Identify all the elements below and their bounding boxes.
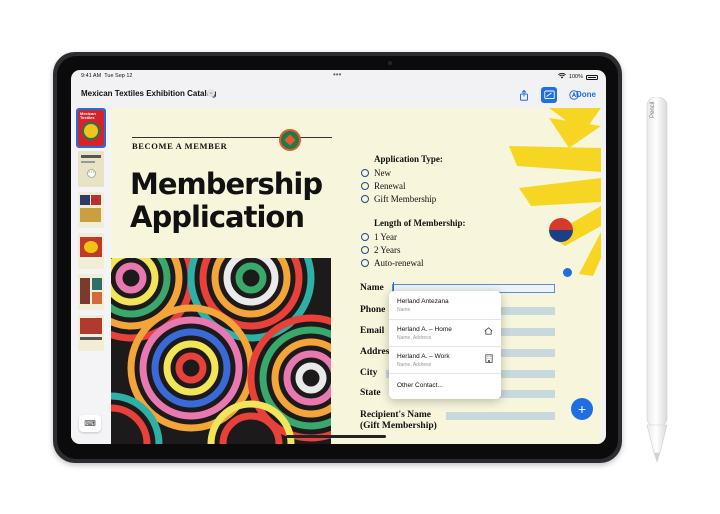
thumbnail-sidebar: Mexican Textiles ⋯ ⌨ <box>71 108 111 444</box>
apple-pencil <box>646 97 668 463</box>
share-button[interactable] <box>516 87 532 103</box>
email-field[interactable] <box>501 328 555 336</box>
suggestion-item[interactable]: Herland Antezana Name <box>389 291 501 319</box>
radio-circle[interactable] <box>361 195 369 203</box>
title-line-2: Application <box>130 200 305 234</box>
plus-icon: + <box>577 401 587 417</box>
page-thumbnail-2[interactable]: ⋯ <box>78 151 104 187</box>
more-icon: ⋯ <box>87 169 96 178</box>
state-label: State <box>360 388 381 398</box>
textile-artwork <box>111 258 331 444</box>
radio-circle[interactable] <box>361 169 369 177</box>
document-page: BECOME A MEMBER Membership Application A… <box>111 108 601 444</box>
red-blue-emblem <box>549 218 573 242</box>
pencil-label: Pencil <box>650 101 656 118</box>
done-button[interactable]: Done <box>576 90 596 99</box>
application-type-title: Application Type: <box>374 154 443 164</box>
length-title: Length of Membership: <box>374 218 466 228</box>
markup-icon <box>543 90 555 100</box>
page-thumbnail-4[interactable] <box>78 233 104 269</box>
recipient-field[interactable] <box>446 412 555 420</box>
sunburst-decoration <box>509 108 601 276</box>
radio-gift-membership[interactable]: Gift Membership <box>361 194 436 204</box>
front-camera <box>388 61 392 65</box>
autofill-suggestions: Herland Antezana Name Herland A. – Home … <box>389 291 501 399</box>
recipient-label: Recipient's Name <box>360 410 431 420</box>
thumbnail-title: Mexican Textiles <box>80 111 96 120</box>
radio-auto-renewal[interactable]: Auto-renewal <box>361 258 423 268</box>
share-icon <box>520 89 528 101</box>
house-icon <box>484 327 493 337</box>
building-icon <box>485 354 493 365</box>
radio-2-years[interactable]: 2 Years <box>361 245 401 255</box>
radio-renewal[interactable]: Renewal <box>361 181 406 191</box>
toolbar: Mexican Textiles Exhibition Catalog ⌄ Do… <box>71 82 606 108</box>
radio-new[interactable]: New <box>361 168 391 178</box>
address-field[interactable] <box>501 349 555 357</box>
title-line-1: Membership <box>130 167 323 201</box>
page-thumbnail-6[interactable] <box>78 315 104 351</box>
page-title: Membership Application <box>130 167 323 234</box>
page-thumbnail-5[interactable] <box>78 274 104 310</box>
multitasking-dots[interactable]: ••• <box>333 70 341 79</box>
page-thumbnail-1[interactable]: Mexican Textiles <box>76 108 106 148</box>
radio-circle[interactable] <box>361 182 369 190</box>
become-member-label: BECOME A MEMBER <box>132 141 228 151</box>
email-label: Email <box>360 326 385 336</box>
keyboard-icon[interactable]: ⌨ <box>79 415 101 432</box>
suggestion-item[interactable]: Herland A. – Home Name, Address <box>389 320 501 346</box>
gift-membership-label: (Gift Membership) <box>360 421 437 431</box>
wifi-icon <box>558 72 566 81</box>
header-rule <box>132 137 332 138</box>
city-label: City <box>360 368 378 378</box>
chevron-down-icon[interactable]: ⌄ <box>207 89 215 97</box>
markup-button[interactable] <box>541 87 557 103</box>
radio-circle[interactable] <box>361 246 369 254</box>
document-title[interactable]: Mexican Textiles Exhibition Catalog <box>81 89 216 98</box>
phone-field[interactable] <box>501 307 555 315</box>
page-thumbnail-3[interactable] <box>78 192 104 228</box>
home-indicator <box>286 435 386 438</box>
phone-label: Phone <box>360 305 386 315</box>
radio-1-year[interactable]: 1 Year <box>361 232 397 242</box>
other-contact-item[interactable]: Other Contact... <box>389 374 501 398</box>
battery-icon <box>586 74 598 80</box>
suggestion-item[interactable]: Herland A. – Work Name, Address <box>389 347 501 373</box>
radio-circle[interactable] <box>361 233 369 241</box>
status-right: 100% <box>558 72 598 81</box>
green-emblem <box>279 129 301 151</box>
pencil-hover-indicator <box>563 268 572 277</box>
thumbnail-art <box>82 122 100 140</box>
status-time: 9:41 AM Tue Sep 12 <box>81 73 133 79</box>
ipad-screen: 9:41 AM Tue Sep 12 ••• 100% Mexican Text… <box>71 70 606 444</box>
status-bar: 9:41 AM Tue Sep 12 ••• 100% <box>71 70 606 82</box>
name-label: Name <box>360 283 384 293</box>
radio-circle[interactable] <box>361 259 369 267</box>
battery-label: 100% <box>568 74 583 80</box>
add-button[interactable]: + <box>571 398 593 420</box>
